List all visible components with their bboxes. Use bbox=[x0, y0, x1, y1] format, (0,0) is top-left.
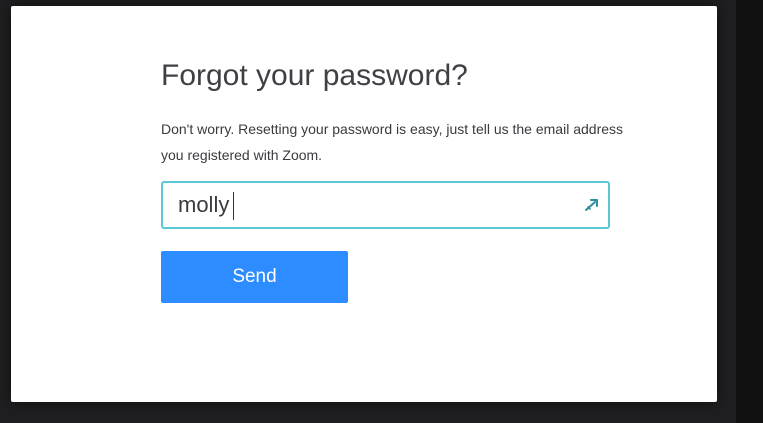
text-cursor bbox=[233, 192, 234, 220]
email-field-value[interactable]: molly bbox=[178, 192, 229, 218]
screen-background: Forgot your password? Don't worry. Reset… bbox=[0, 0, 763, 423]
email-field[interactable]: molly bbox=[161, 181, 610, 229]
page-title: Forgot your password? bbox=[161, 59, 468, 92]
autofill-key-icon[interactable] bbox=[582, 195, 602, 215]
window-edge bbox=[736, 0, 763, 423]
forgot-password-dialog: Forgot your password? Don't worry. Reset… bbox=[11, 6, 717, 402]
send-button[interactable]: Send bbox=[161, 251, 348, 303]
instructions-text: Don't worry. Resetting your password is … bbox=[161, 121, 624, 163]
